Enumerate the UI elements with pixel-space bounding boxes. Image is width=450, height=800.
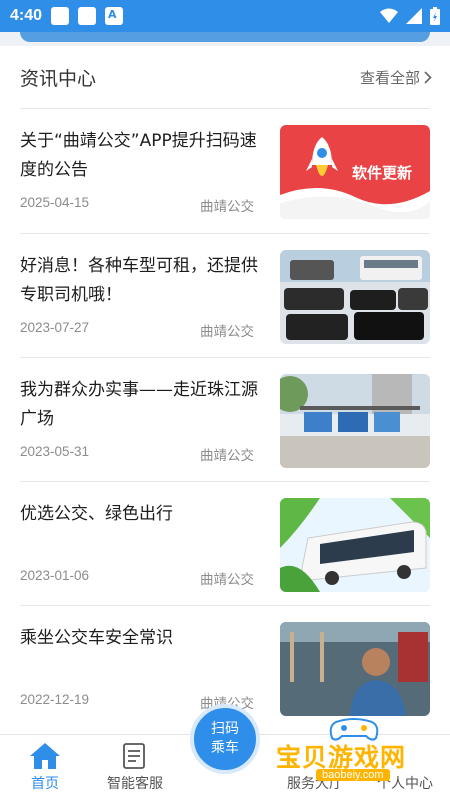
scan-to-ride-button[interactable]: 扫码 乘车: [190, 704, 260, 774]
news-item[interactable]: 关于“曲靖公交”APP提升扫码速度的公告 2025-04-15 曲靖公交 软件更…: [0, 109, 450, 233]
news-source: 曲靖公交: [200, 324, 254, 340]
notification-icon: [51, 7, 70, 25]
news-title: 好消息！各种车型可租，还提供专职司机哦！: [20, 256, 258, 305]
news-thumbnail: [280, 250, 430, 344]
tab-customer-service[interactable]: 智能客服: [90, 735, 180, 800]
tab-label: 首页: [31, 776, 59, 792]
software-update-text: 软件更新: [352, 164, 412, 182]
news-thumbnail: [280, 374, 430, 468]
header-banner-edge: [0, 32, 450, 46]
news-item[interactable]: 好消息！各种车型可租，还提供专职司机哦！ 2023-07-27 曲靖公交: [0, 234, 450, 358]
section-title: 资讯中心: [20, 67, 97, 90]
news-date: 2025-04-15: [20, 195, 90, 210]
chevron-right-icon: [424, 70, 432, 84]
news-title: 优选公交、绿色出行: [20, 504, 173, 524]
news-title: 关于“曲靖公交”APP提升扫码速度的公告: [20, 131, 257, 180]
status-bar: 4:40: [0, 0, 450, 32]
news-source: 曲靖公交: [200, 572, 254, 588]
home-icon: [30, 743, 60, 769]
tab-label: 智能客服: [107, 776, 163, 792]
news-date: 2023-05-31: [20, 444, 90, 459]
scan-label-line2: 乘车: [211, 740, 239, 756]
document-icon: [123, 743, 145, 769]
view-all-link[interactable]: 查看全部: [360, 67, 432, 88]
news-date: 2023-07-27: [20, 320, 90, 335]
status-time: 4:40: [10, 7, 43, 24]
news-title: 我为群众办实事——走近珠江源广场: [20, 380, 258, 429]
news-date: 2022-12-19: [20, 692, 90, 707]
view-all-label: 查看全部: [359, 68, 420, 87]
news-section-header: 资讯中心 查看全部: [20, 60, 432, 94]
news-thumbnail: [280, 498, 430, 592]
news-source: 曲靖公交: [200, 199, 254, 215]
news-item[interactable]: 我为群众办实事——走近珠江源广场 2023-05-31 曲靖公交: [0, 358, 450, 482]
battery-icon: [430, 7, 440, 25]
notification-icon: [78, 7, 97, 25]
site-watermark: 宝贝游戏网 baobeiy.com: [276, 716, 446, 786]
news-thumbnail: 软件更新: [280, 125, 430, 219]
news-item[interactable]: 优选公交、绿色出行 2023-01-06 曲靖公交: [0, 482, 450, 606]
watermark-url: baobeiy.com: [316, 769, 390, 781]
news-date: 2023-01-06: [20, 568, 90, 583]
news-thumbnail: [280, 622, 430, 716]
wifi-icon: [380, 8, 398, 23]
scan-label-line1: 扫码: [211, 721, 239, 737]
news-title: 乘坐公交车安全常识: [20, 628, 173, 648]
news-panel: 资讯中心 查看全部 关于“曲靖公交”APP提升扫码速度的公告 2025-04-1…: [0, 46, 450, 734]
tab-home[interactable]: 首页: [0, 735, 90, 800]
app-notification-icon: [105, 7, 124, 25]
signal-icon: [406, 8, 422, 24]
news-source: 曲靖公交: [200, 448, 254, 464]
